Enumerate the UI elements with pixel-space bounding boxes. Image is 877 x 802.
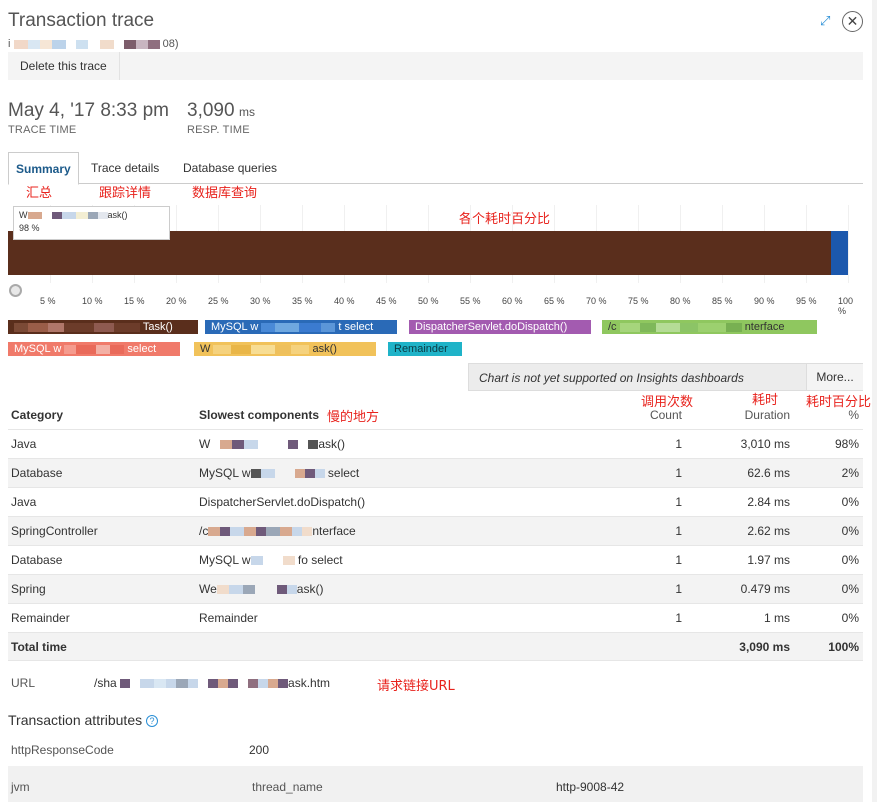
total-row: Total time 3,090 ms 100%	[8, 632, 863, 661]
legend-item[interactable]: MySQL w select	[8, 342, 180, 356]
header-slowest[interactable]: Slowest components	[199, 408, 319, 422]
x-tick-label: 25 %	[208, 296, 229, 306]
resp-time-unit: ms	[239, 105, 255, 119]
attribute-row: httpResponseCode 200	[11, 743, 270, 757]
annotation-database-queries: 数据库查询	[192, 186, 258, 201]
tooltip-percent: 98 %	[19, 223, 40, 233]
x-tick-label: 50 %	[418, 296, 439, 306]
chart-legend: Task() MySQL w t select DispatcherServle…	[8, 320, 863, 360]
x-tick-label: 35 %	[292, 296, 313, 306]
header-duration[interactable]: Duration	[708, 408, 790, 422]
x-tick-label: 75 %	[628, 296, 649, 306]
trace-time-label: TRACE TIME	[8, 124, 77, 136]
tab-database-queries[interactable]: Database queries	[183, 152, 277, 184]
close-icon[interactable]: ✕	[842, 11, 863, 32]
table-row[interactable]: Remainder Remainder 1 1 ms 0%	[8, 603, 863, 632]
annotation-elapsed: 耗时	[752, 393, 779, 408]
tab-summary[interactable]: Summary	[8, 152, 79, 185]
component-name: DispatcherServlet.doDispatch()	[199, 495, 366, 509]
url-label: URL	[11, 676, 36, 690]
x-tick-label: 85 %	[712, 296, 733, 306]
header-percent[interactable]: %	[818, 408, 859, 422]
table-row[interactable]: Database MySQL w select 1 62.6 ms 2%	[8, 458, 863, 487]
annotation-request-url: 请求链接URL	[377, 679, 455, 694]
component-name: MySQL w select	[199, 466, 360, 480]
component-name: We ask()	[199, 582, 324, 596]
legend-item[interactable]: W ask()	[194, 342, 376, 356]
x-tick-label: 90 %	[754, 296, 775, 306]
help-icon[interactable]: ?	[146, 715, 158, 728]
table-row[interactable]: SpringController /c nterface 1 2.62 ms 0%	[8, 516, 863, 545]
x-tick-label: 45 %	[376, 296, 397, 306]
annotation-slow-spots: 慢的地方	[327, 410, 380, 425]
legend-item[interactable]: Task()	[8, 320, 198, 334]
legend-item[interactable]: Remainder	[388, 342, 462, 356]
gridline	[848, 205, 849, 283]
x-tick-label: 5 %	[40, 296, 56, 306]
x-tick-label: 100 %	[838, 296, 854, 316]
component-name: /c nterface	[199, 524, 356, 538]
x-tick-label: 55 %	[460, 296, 481, 306]
insights-message: Chart is not yet supported on Insights d…	[479, 371, 744, 385]
x-tick-label: 65 %	[544, 296, 565, 306]
annotation-summary: 汇总	[26, 186, 53, 201]
x-tick-label: 95 %	[796, 296, 817, 306]
table-row[interactable]: Java DispatcherServlet.doDispatch() 1 2.…	[8, 487, 863, 516]
x-tick-label: 60 %	[502, 296, 523, 306]
x-tick-label: 30 %	[250, 296, 271, 306]
expand-icon[interactable]: ⤢	[820, 14, 834, 28]
tab-bar: Summary Trace details Database queries	[8, 152, 863, 185]
tab-trace-details[interactable]: Trace details	[91, 152, 159, 184]
component-name: Remainder	[199, 611, 258, 625]
attribute-row: jvm thread_name http-9008-42	[8, 766, 863, 802]
annotation-trace-details: 跟踪详情	[99, 186, 152, 201]
x-tick-label: 80 %	[670, 296, 691, 306]
chart-range-slider[interactable]	[9, 284, 22, 297]
resp-time-value: 3,090	[187, 100, 235, 121]
component-name: Wask()	[199, 437, 345, 451]
table-row[interactable]: Java Wask() 1 3,010 ms 98%	[8, 429, 863, 458]
x-tick-label: 15 %	[124, 296, 145, 306]
trace-time-value: May 4, '17 8:33 pm	[8, 100, 169, 121]
scrollbar[interactable]	[872, 0, 877, 802]
component-name: MySQL w fo select	[199, 553, 343, 567]
more-button[interactable]: More...	[806, 364, 863, 390]
insights-notice: Chart is not yet supported on Insights d…	[468, 363, 863, 391]
x-tick-label: 10 %	[82, 296, 103, 306]
url-value[interactable]: /sha ask.htm	[94, 676, 330, 690]
x-tick-label: 70 %	[586, 296, 607, 306]
toolbar: Delete this trace	[8, 52, 863, 80]
table-row[interactable]: Database MySQL w fo select 1 1.97 ms 0%	[8, 545, 863, 574]
chart-tooltip: Wask() 98 %	[13, 206, 170, 240]
header-count[interactable]: Count	[628, 408, 682, 422]
legend-item[interactable]: MySQL w t select	[205, 320, 397, 334]
table-row[interactable]: Spring We ask() 1 0.479 ms 0%	[8, 574, 863, 603]
x-tick-label: 20 %	[166, 296, 187, 306]
resp-time: 3,090 ms	[187, 100, 255, 122]
bar-segment[interactable]	[831, 231, 848, 275]
resp-time-label: RESP. TIME	[187, 124, 250, 136]
trace-subtitle: i 08)	[8, 38, 179, 50]
header-category[interactable]: Category	[11, 408, 63, 422]
delete-trace-button[interactable]: Delete this trace	[8, 52, 120, 80]
page-title: Transaction trace	[8, 10, 155, 31]
attributes-title: Transaction attributes ?	[8, 712, 158, 728]
x-tick-label: 40 %	[334, 296, 355, 306]
legend-item[interactable]: DispatcherServlet.doDispatch()	[409, 320, 591, 334]
legend-item[interactable]: /c nterface	[602, 320, 817, 334]
